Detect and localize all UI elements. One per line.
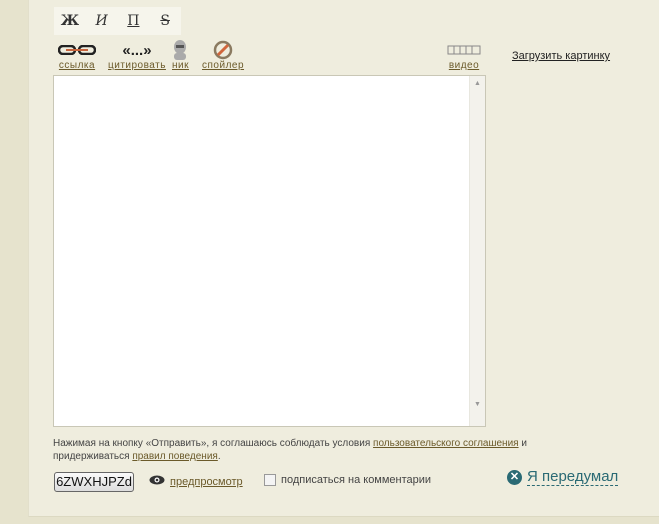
subscribe-option[interactable]: подписаться на комментарии — [264, 474, 431, 486]
comment-textarea[interactable]: ▲ ▼ — [53, 75, 486, 427]
eye-icon — [149, 475, 165, 488]
video-button[interactable]: видео — [447, 40, 481, 71]
italic-button[interactable]: И — [86, 13, 118, 29]
link-button[interactable]: ссылка — [58, 40, 96, 71]
upload-image-link[interactable]: Загрузить картинку — [512, 50, 610, 62]
submit-button[interactable]: 6ZWXHJPZd — [54, 472, 134, 492]
format-toolbar: Ж И П S — [54, 7, 181, 35]
rules-link[interactable]: правил поведения — [132, 451, 218, 462]
close-icon: ✕ — [507, 469, 522, 485]
strike-button[interactable]: S — [149, 13, 181, 29]
bold-button[interactable]: Ж — [54, 13, 86, 29]
masked-user-icon — [172, 40, 189, 60]
textarea-scrollbar[interactable]: ▲ ▼ — [469, 76, 485, 426]
no-entry-icon — [202, 40, 244, 60]
chain-link-icon — [58, 40, 96, 60]
nick-button[interactable]: ник — [172, 40, 189, 71]
spoiler-button[interactable]: спойлер — [202, 40, 244, 71]
subscribe-checkbox[interactable] — [264, 474, 276, 486]
quote-icon: «...» — [122, 41, 152, 59]
cancel-button[interactable]: ✕ Я передумал — [507, 468, 619, 486]
preview-button[interactable]: предпросмотр — [149, 475, 243, 488]
film-strip-icon — [447, 40, 481, 60]
underline-button[interactable]: П — [118, 13, 150, 29]
quote-button[interactable]: «...» цитировать — [108, 40, 166, 72]
user-agreement-link[interactable]: пользовательского соглашения — [373, 438, 519, 449]
agreement-note: Нажимая на кнопку «Отправить», я соглаша… — [53, 438, 527, 462]
